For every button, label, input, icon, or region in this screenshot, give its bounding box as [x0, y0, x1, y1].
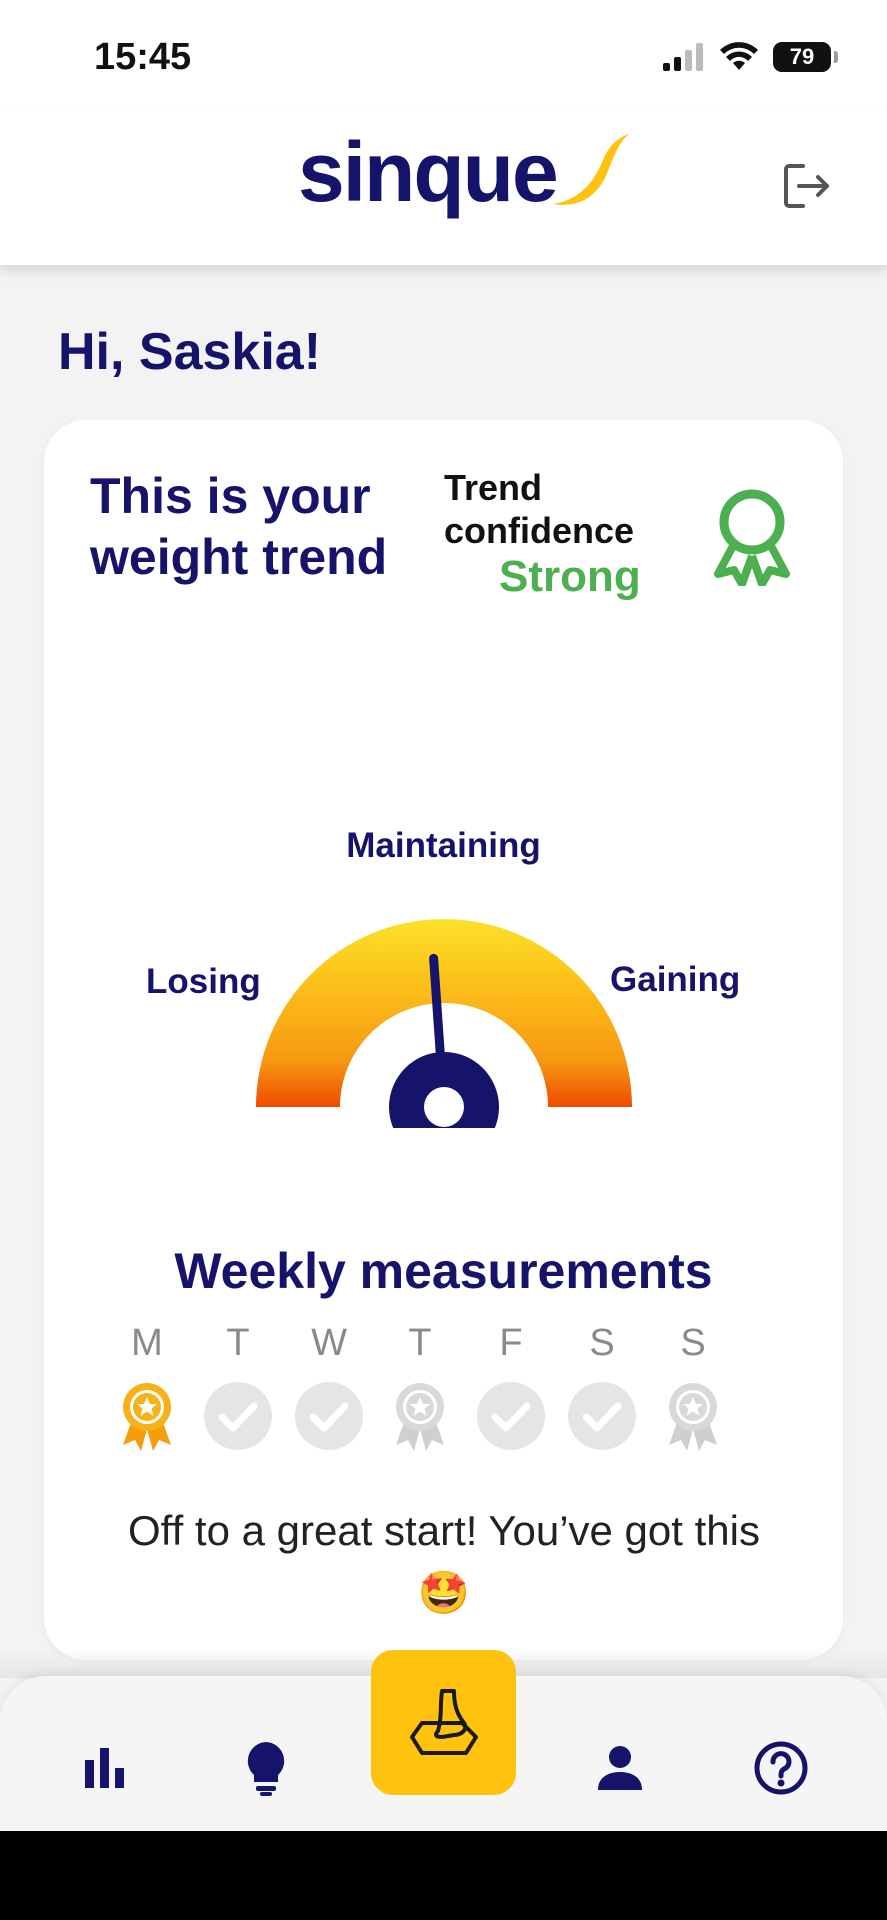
day-item: S	[658, 1322, 728, 1456]
day-item: M	[112, 1322, 182, 1456]
gray-medal-icon	[658, 1376, 728, 1456]
tab-stats[interactable]	[75, 1738, 135, 1798]
status-time: 15:45	[94, 36, 192, 78]
award-ribbon-icon	[714, 489, 790, 586]
day-letter: F	[499, 1322, 523, 1364]
wifi-icon	[720, 42, 758, 70]
gold-medal-icon	[112, 1376, 182, 1456]
measured-check-icon	[294, 1376, 364, 1456]
battery-indicator: 79	[773, 42, 838, 72]
trend-confidence-label: Trend confidence	[444, 467, 635, 551]
scale-foot-icon	[409, 1688, 478, 1755]
home-indicator-bar	[0, 1831, 887, 1920]
weekly-days-row: MTWTFSS	[112, 1322, 792, 1472]
day-item: T	[203, 1322, 273, 1456]
trend-confidence-value: Strong	[499, 552, 641, 601]
day-letter: W	[311, 1322, 347, 1364]
weight-trend-gauge	[256, 919, 632, 1128]
greeting: Hi, Saskia!	[58, 323, 322, 381]
measured-check-icon	[476, 1376, 546, 1456]
day-letter: S	[680, 1322, 706, 1364]
gauge-hub-center	[424, 1087, 464, 1127]
stats-icon	[85, 1748, 124, 1788]
day-letter: T	[226, 1322, 250, 1364]
help-icon	[754, 1741, 808, 1795]
weekly-measurements-title: Weekly measurements	[174, 1243, 713, 1299]
logout-icon[interactable]	[777, 156, 837, 216]
gauge-label-maintaining: Maintaining	[346, 826, 541, 865]
day-letter: M	[131, 1322, 163, 1364]
measured-check-icon	[203, 1376, 273, 1456]
tab-tips[interactable]	[236, 1738, 296, 1798]
status-icons: 79	[663, 42, 838, 72]
profile-icon	[598, 1746, 642, 1790]
day-item: S	[567, 1322, 637, 1456]
cellular-signal-icon	[663, 43, 703, 71]
trend-title: This is your weight trend	[90, 468, 388, 585]
lightbulb-icon	[247, 1742, 285, 1796]
sinque-logo: sinque	[298, 130, 631, 214]
tab-help[interactable]	[751, 1738, 811, 1798]
tab-scale-measure[interactable]	[371, 1650, 516, 1795]
day-letter: T	[408, 1322, 432, 1364]
app-header: sinque	[0, 110, 887, 265]
day-letter: S	[589, 1322, 615, 1364]
day-item: W	[294, 1322, 364, 1456]
weight-trend-card: This is your weight trend Trend confiden…	[44, 420, 843, 1660]
encouragement-message: Off to a great start! You’ve got this 🤩	[128, 1507, 760, 1616]
logo-swoosh-icon	[552, 134, 629, 205]
logo-text: sinque	[298, 125, 559, 219]
tab-profile[interactable]	[590, 1738, 650, 1798]
measured-check-icon	[567, 1376, 637, 1456]
day-item: F	[476, 1322, 546, 1456]
status-bar: 15:45 79	[0, 0, 887, 110]
gauge-label-losing: Losing	[146, 962, 261, 1001]
day-item: T	[385, 1322, 455, 1456]
gray-medal-icon	[385, 1376, 455, 1456]
